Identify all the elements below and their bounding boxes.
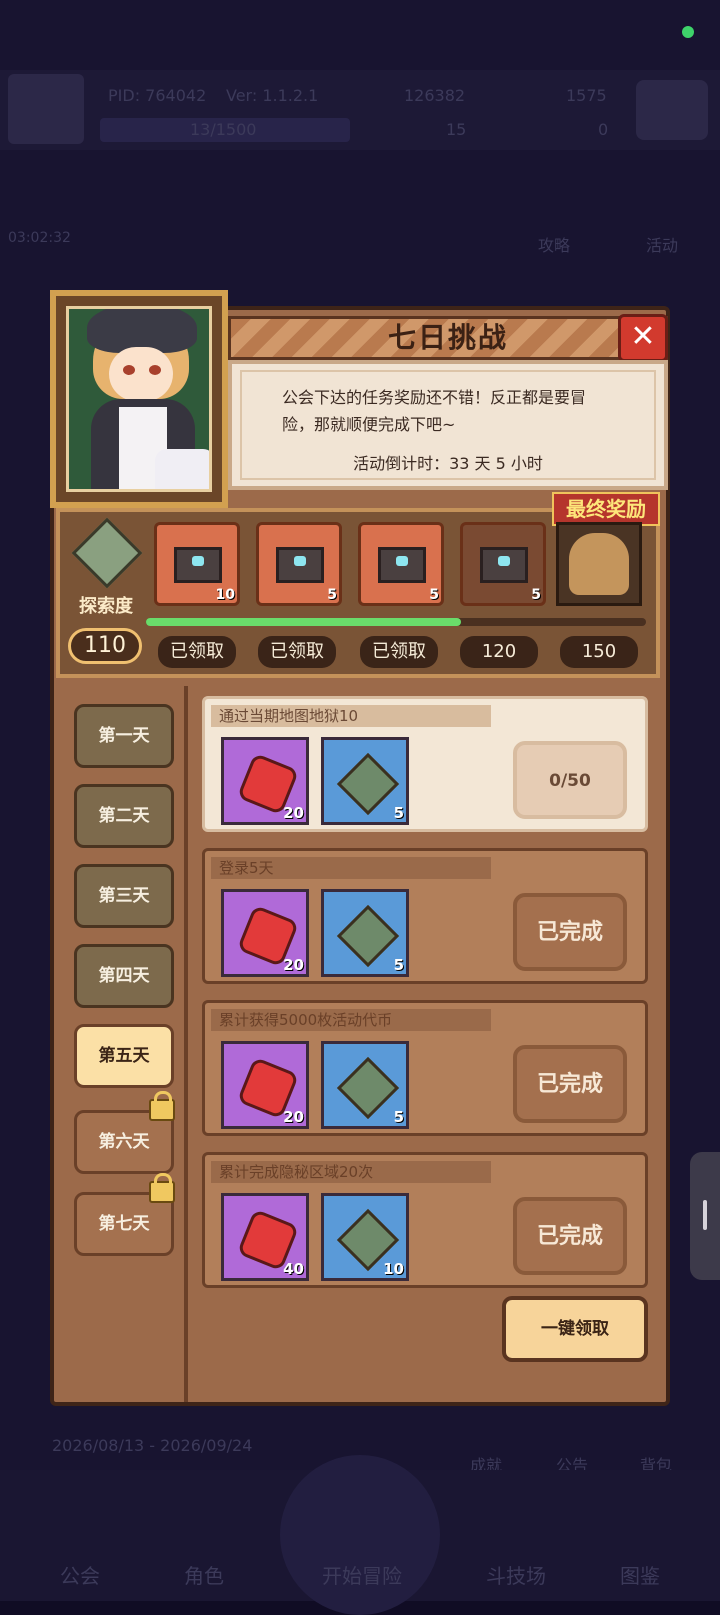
task-card-3: 累计获得5000枚活动代币 20 5 已完成	[202, 1000, 648, 1136]
stat-d: 0	[598, 120, 609, 139]
claim-all-button[interactable]: 一键领取	[502, 1296, 648, 1362]
tab-day-1[interactable]: 第一天	[74, 704, 174, 768]
tab-label: 第六天	[98, 1132, 150, 1152]
tab-day-3[interactable]: 第三天	[74, 864, 174, 928]
exploration-reward[interactable]: 5	[321, 889, 409, 977]
task-completed-badge: 已完成	[513, 1197, 627, 1275]
exploration-reward[interactable]: 10	[321, 1193, 409, 1281]
tab-day-4[interactable]: 第四天	[74, 944, 174, 1008]
status-dot	[682, 26, 694, 38]
final-reward-label: 最终奖励	[552, 492, 660, 526]
task-card-1: 通过当期地图地狱10 20 5 0/50	[202, 696, 648, 832]
nav-character[interactable]: 角色	[184, 1560, 224, 1589]
nav-start-adventure[interactable]: 开始冒险	[322, 1560, 402, 1589]
description-box: 公会下达的任务奖励还不错！反正都是要冒险，那就顺便完成下吧~ 活动倒计时：33 …	[228, 360, 668, 490]
reward-chest-4[interactable]: 5	[460, 522, 546, 606]
date-range: 2026/08/13 - 2026/09/24	[52, 1436, 253, 1455]
side-drawer-handle[interactable]	[690, 1152, 720, 1280]
gem-reward[interactable]: 20	[221, 737, 309, 825]
nav-guild[interactable]: 公会	[60, 1560, 100, 1589]
gem-reward[interactable]: 20	[221, 1041, 309, 1129]
settings-gear-icon[interactable]	[636, 80, 708, 140]
tab-day-2[interactable]: 第二天	[74, 784, 174, 848]
tab-label: 第七天	[98, 1214, 150, 1234]
milestone-1: 已领取	[158, 636, 236, 668]
player-id: PID: 764042	[108, 86, 207, 105]
lock-icon	[149, 1091, 175, 1121]
exploration-reward[interactable]: 5	[321, 737, 409, 825]
task-card-2: 登录5天 20 5 已完成	[202, 848, 648, 984]
milestone-4: 120	[460, 636, 538, 668]
envelope-icon	[276, 547, 324, 583]
compass-icon	[336, 904, 400, 968]
milestone-3: 已领取	[360, 636, 438, 668]
nav-codex[interactable]: 图鉴	[620, 1560, 660, 1589]
compass-icon	[336, 1056, 400, 1120]
npc-portrait	[50, 290, 228, 508]
close-button[interactable]: ✕	[618, 314, 668, 362]
progress-fill	[146, 618, 461, 626]
task-title: 登录5天	[211, 857, 491, 879]
gem-reward[interactable]: 20	[221, 889, 309, 977]
task-completed-badge: 已完成	[513, 1045, 627, 1123]
gem-reward[interactable]: 40	[221, 1193, 309, 1281]
guide-button[interactable]: 攻略	[538, 232, 570, 256]
exploration-value: 110	[68, 628, 142, 664]
final-reward-chest[interactable]	[556, 522, 642, 606]
reward-chest-1[interactable]: 10	[154, 522, 240, 606]
lock-icon	[149, 1173, 175, 1203]
exploration-reward[interactable]: 5	[321, 1041, 409, 1129]
tab-day-5[interactable]: 第五天	[74, 1024, 174, 1088]
countdown-text: 活动倒计时：33 天 5 小时	[353, 454, 543, 473]
milestone-2: 已领取	[258, 636, 336, 668]
event-button[interactable]: 活动	[646, 232, 678, 256]
envelope-icon	[480, 547, 528, 583]
title-banner: 七日挑战	[228, 316, 668, 360]
envelope-icon	[174, 547, 222, 583]
nav-arena[interactable]: 斗技场	[486, 1560, 546, 1589]
start-adventure-button[interactable]	[280, 1455, 440, 1615]
player-avatar[interactable]	[8, 74, 84, 144]
day-tabs: 第一天 第二天 第三天 第四天 第五天 第六天 第七天	[56, 686, 188, 1402]
character-reward-icon	[569, 533, 629, 595]
exploration-label: 探索度	[79, 596, 133, 617]
tab-day-7[interactable]: 第七天	[74, 1173, 175, 1256]
envelope-icon	[378, 547, 426, 583]
reward-chest-2[interactable]: 5	[256, 522, 342, 606]
milestone-final: 150	[560, 636, 638, 668]
description-text: 公会下达的任务奖励还不错！反正都是要冒险，那就顺便完成下吧~	[282, 388, 587, 434]
task-title: 累计完成隐秘区域20次	[211, 1161, 491, 1183]
reward-chest-3[interactable]: 5	[358, 522, 444, 606]
task-title: 累计获得5000枚活动代币	[211, 1009, 491, 1031]
task-card-4: 累计完成隐秘区域20次 40 10 已完成	[202, 1152, 648, 1288]
compass-icon	[336, 752, 400, 816]
stat-c: 15	[446, 120, 467, 139]
task-completed-badge: 已完成	[513, 893, 627, 971]
event-timer: 03:02:32	[8, 230, 71, 246]
version-label: Ver: 1.1.2.1	[226, 86, 319, 105]
progress-track	[146, 618, 646, 626]
task-progress: 0/50	[513, 741, 627, 819]
energy-value: 13/1500	[190, 120, 257, 139]
seven-day-challenge-panel: 七日挑战 ✕ 公会下达的任务奖励还不错！反正都是要冒险，那就顺便完成下吧~ 活动…	[46, 290, 674, 1412]
currency-a: 126382	[404, 86, 466, 105]
panel-title: 七日挑战	[387, 321, 508, 354]
task-title: 通过当期地图地狱10	[211, 705, 491, 727]
tab-day-6[interactable]: 第六天	[74, 1091, 175, 1174]
currency-b: 1575	[566, 86, 607, 105]
